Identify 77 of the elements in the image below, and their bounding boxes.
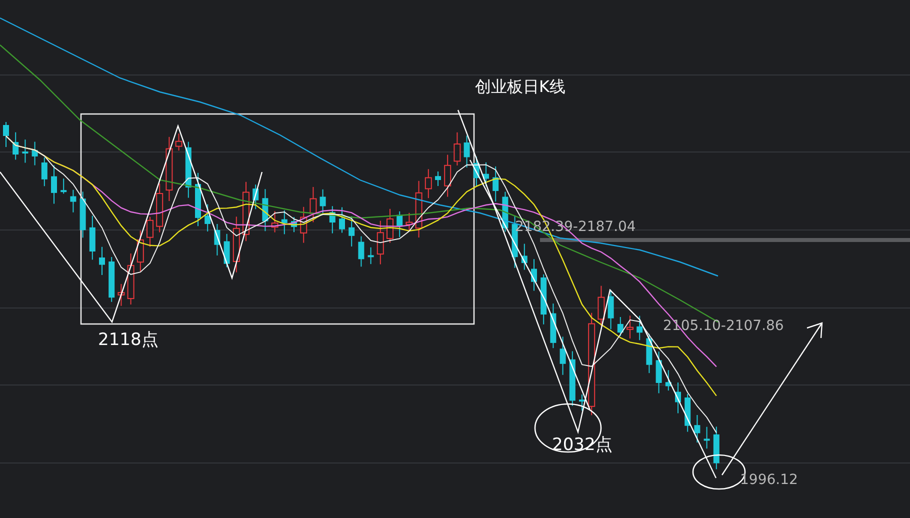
candlestick [358, 236, 364, 268]
candlestick [694, 414, 700, 444]
candlestick [492, 166, 499, 202]
chart-title: 创业板日K线 [475, 77, 566, 96]
candlestick [626, 315, 634, 339]
candlestick [704, 426, 710, 450]
candlestick [550, 303, 556, 349]
candlestick [521, 243, 528, 270]
price-label: 1996.12 [740, 472, 798, 488]
candlestick [3, 122, 9, 148]
candlestick [444, 154, 452, 198]
candlestick [185, 141, 192, 198]
candlestick [713, 426, 720, 470]
candlestick [300, 206, 308, 244]
candlestick [617, 316, 624, 336]
candlestick [252, 184, 259, 210]
candlestick [136, 230, 144, 272]
candlestick [560, 336, 566, 376]
candlestick [156, 182, 164, 233]
candlestick [89, 215, 96, 260]
candlestick [406, 212, 413, 231]
candlestick [80, 191, 86, 238]
candlestick [579, 394, 585, 412]
candlestick [108, 256, 115, 302]
candlestick [127, 252, 134, 306]
candlestick [502, 191, 508, 232]
candlestick [12, 132, 19, 160]
candlestick [99, 246, 105, 276]
candlestick [271, 210, 278, 233]
candlestick [146, 216, 154, 248]
candlestick [435, 171, 441, 186]
candlestick [232, 216, 240, 273]
candlestick [70, 189, 76, 213]
candlestick [646, 333, 652, 374]
candlestick [41, 156, 48, 187]
candlestick [51, 164, 57, 204]
candlestick [464, 135, 470, 168]
candlestick [262, 188, 268, 232]
candlestick [386, 208, 394, 244]
candlestick [665, 370, 672, 392]
candlestick [569, 350, 576, 406]
candlestick [531, 258, 537, 292]
candlestick [329, 206, 336, 234]
candlestick [415, 180, 422, 238]
candlestick [22, 139, 28, 164]
candlestick [376, 220, 384, 265]
candlestick [483, 162, 489, 187]
candlestick [608, 289, 614, 330]
candlestick [175, 133, 182, 152]
candlestick [224, 233, 230, 268]
candlestick [281, 210, 288, 235]
candlestick [118, 283, 125, 306]
candlestick [195, 172, 201, 227]
candlestick [656, 351, 662, 394]
candlestick [242, 181, 250, 242]
candlestick [598, 285, 605, 326]
candlestick [60, 178, 67, 194]
candlestick [310, 186, 317, 223]
candlestick [166, 136, 173, 202]
candlestick [473, 156, 480, 187]
candlestick [512, 215, 518, 268]
candlestick [424, 168, 432, 199]
point-label: 2118点 [98, 330, 158, 350]
candlestick [348, 216, 355, 247]
candlestick [684, 393, 691, 432]
candlestick [339, 206, 345, 234]
candlestick [540, 274, 547, 325]
candlestick [32, 141, 38, 166]
candlestick [675, 382, 681, 414]
candlestick [454, 132, 461, 166]
candlestick [291, 216, 297, 233]
candlestick [214, 223, 220, 256]
candlestick [396, 210, 403, 238]
candlestick [204, 204, 211, 232]
candlestick [636, 315, 643, 341]
candlestick [368, 246, 374, 265]
candlestick [320, 188, 326, 214]
